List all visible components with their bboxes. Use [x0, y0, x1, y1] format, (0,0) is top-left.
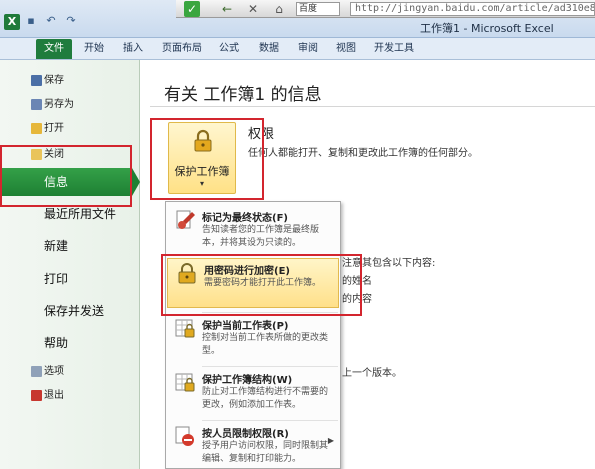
- nav-options[interactable]: 选项: [31, 363, 64, 381]
- nav-exit[interactable]: 退出: [31, 387, 64, 405]
- back-arrow-icon[interactable]: ←: [220, 1, 234, 17]
- tab-page-layout[interactable]: 页面布局: [162, 38, 202, 60]
- nav-print[interactable]: 打印: [44, 267, 68, 291]
- nav-save[interactable]: 保存: [31, 72, 64, 90]
- menu-restrict-desc: 授予用户访问权限，同时限制其编辑、复制和打印能力。: [202, 441, 329, 464]
- exit-icon: [31, 390, 42, 401]
- menu-divider: [202, 420, 338, 421]
- nav-save-as[interactable]: 另存为: [31, 96, 74, 114]
- close-icon[interactable]: ✕: [246, 1, 260, 17]
- restrict-permission-icon: [175, 426, 194, 446]
- tab-view[interactable]: 视图: [336, 38, 356, 60]
- tab-formulas[interactable]: 公式: [219, 38, 239, 60]
- excel-logo-icon: X: [4, 14, 20, 30]
- nav-save-as-label: 另存为: [44, 99, 74, 110]
- browser-toolbar: ✓ ← ✕ ⌂ 百度 http://jingyan.baidu.com/arti…: [176, 0, 595, 18]
- url-bar[interactable]: http://jingyan.baidu.com/article/ad310e8…: [350, 2, 595, 16]
- nav-help[interactable]: 帮助: [44, 331, 68, 355]
- submenu-arrow-icon: ▶: [327, 436, 334, 445]
- menu-mark-final-desc: 告知读者您的工作簿是最终版本，并将其设为只读的。: [202, 225, 320, 248]
- tab-file[interactable]: 文件: [36, 39, 72, 59]
- backstage-nav: 保存 另存为 打开 关闭 信息 最近所用文件 新建 打印 保存并发送 帮助 选项…: [0, 60, 140, 469]
- tab-data[interactable]: 数据: [259, 38, 279, 60]
- menu-protect-sheet-title: 保护当前工作表(P): [202, 321, 289, 332]
- title-divider: [150, 106, 595, 107]
- protect-sheet-icon: [175, 319, 195, 338]
- undo-icon[interactable]: ↶: [44, 14, 58, 28]
- nav-exit-label: 退出: [44, 390, 64, 401]
- menu-divider: [202, 366, 338, 367]
- nav-new[interactable]: 新建: [44, 234, 68, 258]
- browser-logo-icon[interactable]: ✓: [184, 1, 200, 17]
- protect-workbook-menu: 标记为最终状态(F) 告知读者您的工作簿是最终版本，并将其设为只读的。 用密码进…: [165, 201, 341, 469]
- menu-protect-structure-title: 保护工作簿结构(W): [202, 375, 293, 386]
- menu-mark-final-title: 标记为最终状态(F): [202, 213, 288, 224]
- highlight-box-info: [0, 145, 132, 207]
- menu-protect-structure[interactable]: 保护工作簿结构(W) 防止对工作簿结构进行不需要的更改，例如添加工作表。: [166, 368, 340, 418]
- window-title: 工作簿1 - Microsoft Excel: [420, 22, 554, 35]
- nav-open-label: 打开: [44, 123, 64, 134]
- tab-home[interactable]: 开始: [84, 38, 104, 60]
- highlight-box-protect: [150, 118, 264, 200]
- highlight-box-encrypt: [161, 254, 362, 316]
- menu-restrict-permission[interactable]: 按人员限制权限(R) 授予用户访问权限，同时限制其编辑、复制和打印能力。 ▶: [166, 422, 340, 468]
- tab-insert[interactable]: 插入: [123, 38, 143, 60]
- tab-review[interactable]: 审阅: [298, 38, 318, 60]
- open-folder-icon: [31, 123, 42, 134]
- permissions-description: 任何人都能打开、复制和更改此工作簿的任何部分。: [248, 148, 478, 159]
- menu-protect-sheet[interactable]: 保护当前工作表(P) 控制对当前工作表所做的更改类型。: [166, 314, 340, 364]
- nav-save-send[interactable]: 保存并发送: [44, 299, 104, 323]
- title-bar: X ▪ ↶ ↷ ✓ ← ✕ ⌂ 百度 http://jingyan.baidu.…: [0, 0, 595, 38]
- menu-mark-final[interactable]: 标记为最终状态(F) 告知读者您的工作簿是最终版本，并将其设为只读的。: [166, 206, 340, 256]
- quick-access-toolbar: ▪ ↶ ↷: [24, 14, 78, 28]
- redo-icon[interactable]: ↷: [64, 14, 78, 28]
- menu-protect-structure-desc: 防止对工作簿结构进行不需要的更改，例如添加工作表。: [202, 387, 329, 410]
- tab-developer[interactable]: 开发工具: [374, 38, 414, 60]
- options-icon: [31, 366, 42, 377]
- home-icon[interactable]: ⌂: [272, 1, 286, 17]
- page-title: 有关 工作簿1 的信息: [164, 85, 322, 105]
- versions-text: 上一个版本。: [342, 368, 402, 379]
- nav-save-label: 保存: [44, 75, 64, 86]
- menu-restrict-title: 按人员限制权限(R): [202, 429, 289, 440]
- selection-arrow: [132, 168, 140, 196]
- ribbon-tabs: 文件 开始 插入 页面布局 公式 数据 审阅 视图 开发工具: [0, 38, 595, 60]
- save-icon: [31, 75, 42, 86]
- nav-options-label: 选项: [44, 366, 64, 377]
- search-engine-box[interactable]: 百度: [296, 2, 340, 16]
- nav-open[interactable]: 打开: [31, 120, 64, 138]
- menu-protect-sheet-desc: 控制对当前工作表所做的更改类型。: [202, 333, 329, 356]
- final-stamp-icon: [176, 210, 195, 229]
- save-as-icon: [31, 99, 42, 110]
- protect-structure-icon: [175, 373, 195, 392]
- save-icon[interactable]: ▪: [24, 14, 38, 28]
